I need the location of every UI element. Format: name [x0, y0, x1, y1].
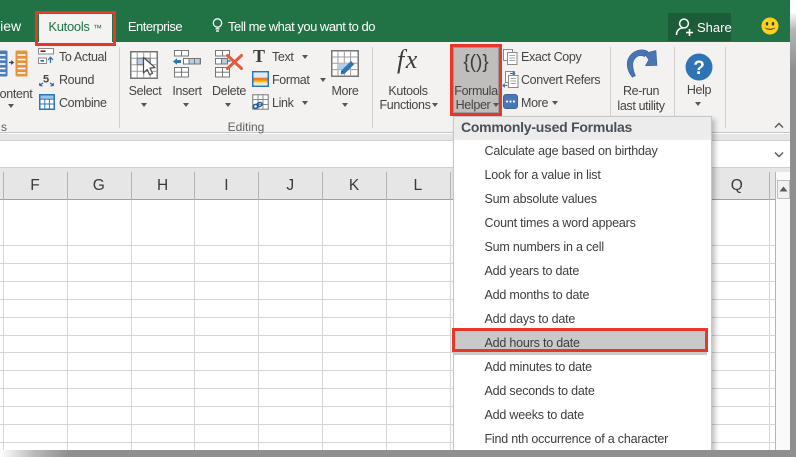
svg-text:?: ? — [693, 58, 705, 79]
svg-text:5: 5 — [43, 74, 49, 86]
